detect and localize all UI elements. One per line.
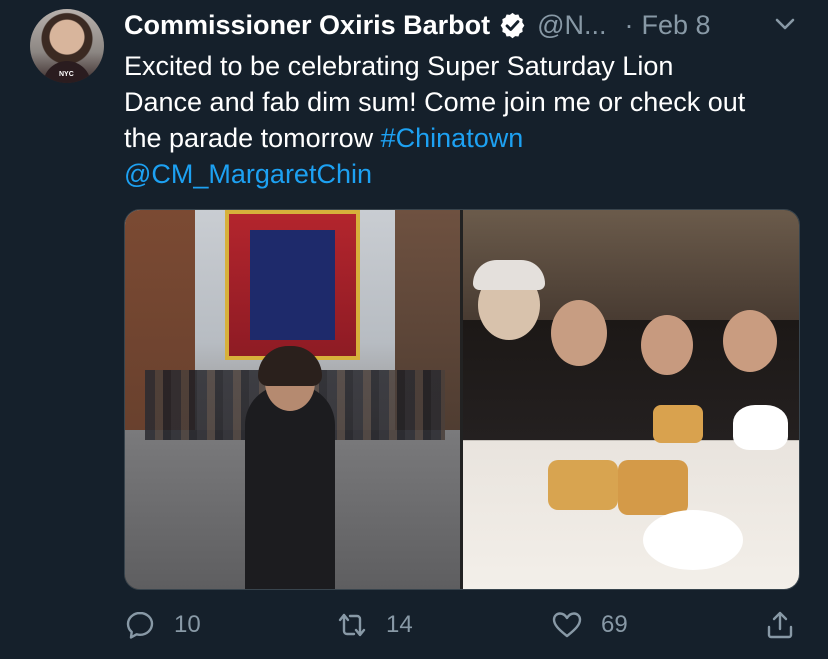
tweet-date[interactable]: Feb 8 <box>642 10 711 41</box>
author-name[interactable]: Commissioner Oxiris Barbot <box>124 10 490 41</box>
reply-icon <box>126 611 154 639</box>
tweet-text-fragment: the parade tomorrow <box>124 123 381 153</box>
verified-badge-icon <box>500 12 525 38</box>
separator-dot: · <box>624 9 634 40</box>
avatar[interactable]: NYC <box>30 9 104 83</box>
reply-button[interactable]: 10 <box>124 605 201 645</box>
tweet[interactable]: NYC Commissioner Oxiris Barbot @N... · F… <box>0 0 828 659</box>
avatar-badge: NYC <box>59 71 74 78</box>
share-icon <box>767 611 793 639</box>
tweet-media[interactable] <box>124 209 800 590</box>
retweet-count: 14 <box>386 611 413 638</box>
tweet-text: Excited to be celebrating Super Saturday… <box>124 48 814 192</box>
like-icon <box>552 612 582 638</box>
tweet-text-line: the parade tomorrow #Chinatown <box>124 120 814 156</box>
chevron-down-icon[interactable] <box>770 10 800 38</box>
mention-link[interactable]: @CM_MargaretChin <box>124 159 372 189</box>
tweet-actions: 10 14 69 <box>124 605 804 645</box>
like-count: 69 <box>601 611 628 638</box>
photo-parade[interactable] <box>125 210 460 589</box>
photo-dim-sum[interactable] <box>463 210 799 589</box>
hashtag-link[interactable]: #Chinatown <box>381 123 524 153</box>
tweet-text-line: @CM_MargaretChin <box>124 156 814 192</box>
retweet-button[interactable]: 14 <box>336 605 413 645</box>
tweet-text-line: Dance and fab dim sum! Come join me or c… <box>124 87 746 117</box>
retweet-icon <box>338 613 366 637</box>
author-handle[interactable]: @N... <box>537 10 606 41</box>
tweet-text-line: Excited to be celebrating Super Saturday… <box>124 51 674 81</box>
like-button[interactable]: 69 <box>551 605 628 645</box>
tweet-header: Commissioner Oxiris Barbot @N... · Feb 8 <box>124 8 804 42</box>
share-button[interactable] <box>764 605 796 645</box>
reply-count: 10 <box>174 611 201 638</box>
